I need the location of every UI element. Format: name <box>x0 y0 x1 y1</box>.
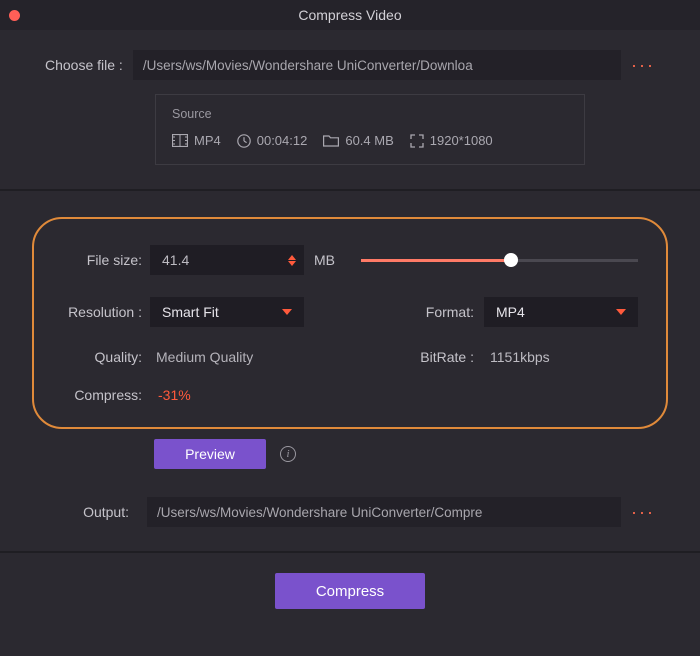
window-title: Compress Video <box>298 7 401 23</box>
bitrate-label: BitRate : <box>420 349 474 365</box>
chevron-down-icon[interactable] <box>288 261 296 266</box>
resolution-label: Resolution : <box>62 304 150 320</box>
output-browse-icon[interactable]: ··· <box>631 508 655 516</box>
source-duration-value: 00:04:12 <box>257 133 308 148</box>
expand-icon <box>410 134 424 148</box>
source-format: MP4 <box>172 133 221 148</box>
source-format-value: MP4 <box>194 133 221 148</box>
quality-value: Medium Quality <box>156 349 253 365</box>
preview-button[interactable]: Preview <box>154 439 266 469</box>
choose-file-label: Choose file : <box>45 57 123 73</box>
choose-file-section: Choose file : /Users/ws/Movies/Wondersha… <box>0 30 700 189</box>
footer-bar: Compress <box>0 551 700 629</box>
file-size-label: File size: <box>62 252 150 268</box>
file-size-stepper[interactable] <box>288 255 296 266</box>
preview-label: Preview <box>185 446 235 462</box>
settings-group: File size: 41.4 MB Resolution : Smart Fi… <box>32 217 668 429</box>
choose-file-path: /Users/ws/Movies/Wondershare UniConverte… <box>143 58 473 73</box>
format-value: MP4 <box>496 304 525 320</box>
folder-icon <box>323 134 339 147</box>
resolution-value: Smart Fit <box>162 304 219 320</box>
chevron-up-icon[interactable] <box>288 255 296 260</box>
format-select[interactable]: MP4 <box>484 297 638 327</box>
clock-icon <box>237 134 251 148</box>
file-size-unit: MB <box>314 252 335 268</box>
output-path-input[interactable]: /Users/ws/Movies/Wondershare UniConverte… <box>147 497 621 527</box>
source-duration: 00:04:12 <box>237 133 308 148</box>
window-titlebar: Compress Video <box>0 0 700 30</box>
bitrate-value: 1151kbps <box>484 349 638 365</box>
chevron-down-icon <box>282 309 292 315</box>
output-path: /Users/ws/Movies/Wondershare UniConverte… <box>157 505 482 520</box>
divider <box>0 189 700 191</box>
compress-label: Compress: <box>62 387 150 403</box>
output-section: Output: /Users/ws/Movies/Wondershare Uni… <box>0 469 700 551</box>
close-icon[interactable] <box>9 10 20 21</box>
quality-label: Quality: <box>62 349 150 365</box>
source-size: 60.4 MB <box>323 133 393 148</box>
source-resolution-value: 1920*1080 <box>430 133 493 148</box>
source-size-value: 60.4 MB <box>345 133 393 148</box>
compress-button[interactable]: Compress <box>275 573 425 609</box>
slider-thumb[interactable] <box>504 253 518 267</box>
file-size-slider[interactable] <box>361 252 638 268</box>
choose-file-input[interactable]: /Users/ws/Movies/Wondershare UniConverte… <box>133 50 621 80</box>
source-info-box: Source MP4 00:04:12 60.4 MB 1920*1080 <box>155 94 585 165</box>
slider-track <box>361 259 638 262</box>
output-label: Output: <box>45 504 137 520</box>
choose-file-browse-icon[interactable]: ··· <box>631 61 655 69</box>
slider-fill <box>361 259 511 262</box>
chevron-down-icon <box>616 309 626 315</box>
resolution-select[interactable]: Smart Fit <box>150 297 304 327</box>
source-heading: Source <box>172 107 568 121</box>
file-size-input[interactable]: 41.4 <box>150 245 304 275</box>
file-size-value: 41.4 <box>162 252 189 268</box>
compress-value: -31% <box>158 387 191 403</box>
format-label: Format: <box>426 304 474 320</box>
info-icon[interactable]: i <box>280 446 296 462</box>
source-resolution: 1920*1080 <box>410 133 493 148</box>
compress-button-label: Compress <box>316 583 384 600</box>
film-icon <box>172 134 188 147</box>
